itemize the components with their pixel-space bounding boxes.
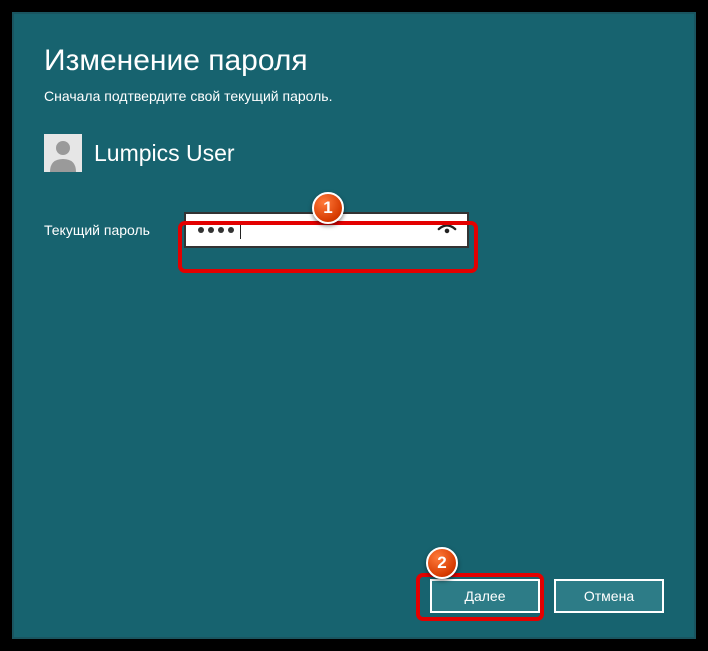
annotation-callout-2: 2 <box>426 547 458 579</box>
reveal-password-button[interactable] <box>433 216 461 244</box>
change-password-panel: Изменение пароля Сначала подтвердите сво… <box>12 12 696 639</box>
page-subtitle: Сначала подтвердите свой текущий пароль. <box>44 88 664 104</box>
user-icon <box>44 134 82 172</box>
next-button[interactable]: Далее <box>430 579 540 613</box>
user-block: Lumpics User <box>44 134 664 172</box>
eye-icon <box>436 219 458 241</box>
current-password-label: Текущий пароль <box>44 222 184 238</box>
user-name: Lumpics User <box>94 140 235 167</box>
page-title: Изменение пароля <box>44 44 664 78</box>
avatar <box>44 134 82 172</box>
current-password-row: Текущий пароль <box>44 212 664 248</box>
cancel-button[interactable]: Отмена <box>554 579 664 613</box>
annotation-callout-1: 1 <box>312 192 344 224</box>
button-row: Далее Отмена <box>430 579 664 613</box>
